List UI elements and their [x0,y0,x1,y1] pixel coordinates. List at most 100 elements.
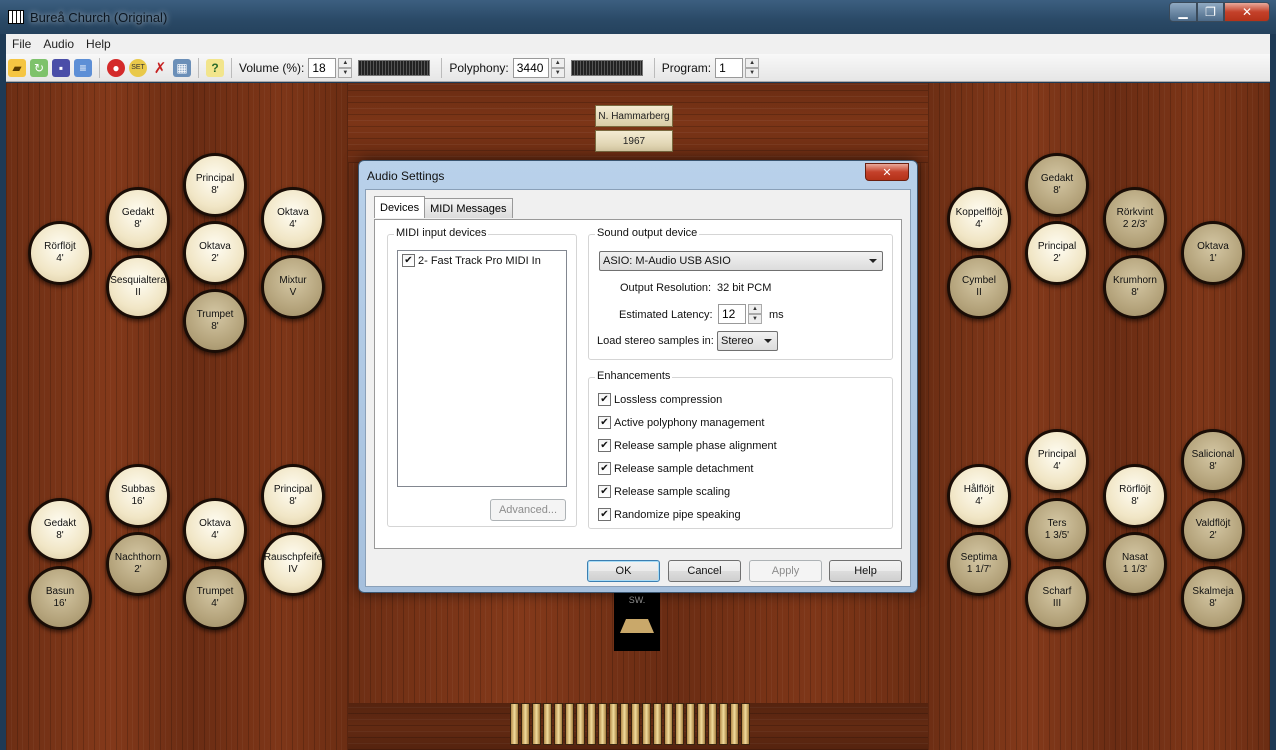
settings-icon[interactable]: SET [129,58,147,77]
release-detachment-checkbox[interactable]: ✔ [598,462,611,475]
piston[interactable] [708,703,717,745]
list-item[interactable]: ✔ 2- Fast Track Pro MIDI In [402,254,566,267]
stop-gedakt-8-pedal[interactable]: Gedakt 8' [28,498,92,562]
stop-basun-16[interactable]: Basun 16' [28,566,92,630]
ok-button[interactable]: OK [587,560,660,582]
piston[interactable] [653,703,662,745]
piston[interactable] [609,703,618,745]
volume-spinner[interactable]: ▲▼ [308,57,353,78]
midi-device-list[interactable]: ✔ 2- Fast Track Pro MIDI In [397,250,567,487]
stop-gedakt-8-sw[interactable]: Gedakt 8' [1025,153,1089,217]
spin-up-icon[interactable]: ▲ [745,57,760,68]
stop-principal-8-pedal[interactable]: Principal 8' [261,464,325,528]
piston[interactable] [554,703,563,745]
stop-sesquialtera[interactable]: Sesquialtera II [106,255,170,319]
record-icon[interactable]: ● [107,58,125,77]
spin-down-icon[interactable]: ▼ [338,67,353,78]
menu-file[interactable]: File [6,37,37,51]
stop-nasat[interactable]: Nasat 1 1/3' [1103,532,1167,596]
properties-icon[interactable]: ≡ [74,58,92,77]
stop-oktava-4-pedal[interactable]: Oktava 4' [183,498,247,562]
piston[interactable] [521,703,530,745]
piston[interactable] [620,703,629,745]
stop-rauschpfeife[interactable]: Rauschpfeife IV [261,532,325,596]
piston[interactable] [510,703,519,745]
release-detachment-option[interactable]: ✔ Release sample detachment [598,462,753,475]
piston[interactable] [576,703,585,745]
piston[interactable] [631,703,640,745]
audio-settings-icon[interactable]: ▦ [173,58,191,77]
open-icon[interactable]: ▰ [8,58,26,77]
stop-oktava-4[interactable]: Oktava 4' [261,187,325,251]
stop-principal-8[interactable]: Principal 8' [183,153,247,217]
piston[interactable] [598,703,607,745]
stop-krumhorn[interactable]: Krumhorn 8' [1103,255,1167,319]
stop-rorflojt-8[interactable]: Rörflöjt 8' [1103,464,1167,528]
stop-subbas-16[interactable]: Subbas 16' [106,464,170,528]
program-input[interactable] [715,57,744,78]
stop-trumpet-8[interactable]: Trumpet 8' [183,289,247,353]
lossless-compression-checkbox[interactable]: ✔ [598,393,611,406]
piston[interactable] [741,703,750,745]
advanced-button[interactable]: Advanced... [490,499,566,521]
swell-pedal-box[interactable]: SW. [614,593,660,651]
save-icon[interactable]: ▪ [52,58,70,77]
help-button[interactable]: Help [829,560,902,582]
stop-principal-4-sw[interactable]: Principal 4' [1025,429,1089,493]
apply-button[interactable]: Apply [749,560,822,582]
spin-up-icon[interactable]: ▲ [338,57,353,68]
spin-down-icon[interactable]: ▼ [745,67,760,78]
piston[interactable] [719,703,728,745]
maximize-button[interactable]: ❐ [1197,2,1224,22]
reload-icon[interactable]: ↻ [30,58,48,77]
latency-spinner[interactable]: ▲▼ [718,304,762,324]
polyphony-input[interactable] [512,57,549,78]
stop-skalmeja[interactable]: Skalmeja 8' [1181,566,1245,630]
stop-ters[interactable]: Ters 1 3/5' [1025,498,1089,562]
stop-mixtur[interactable]: Mixtur V [261,255,325,319]
stop-gedakt-8[interactable]: Gedakt 8' [106,187,170,251]
stop-rorkvint[interactable]: Rörkvint 2 2/3' [1103,187,1167,251]
stop-rorflojt-4[interactable]: Rörflöjt 4' [28,221,92,285]
release-scaling-checkbox[interactable]: ✔ [598,485,611,498]
tab-midi-messages[interactable]: MIDI Messages [424,198,513,218]
minimize-button[interactable]: ▁ [1169,2,1197,22]
dialog-close-button[interactable]: ✕ [865,163,909,181]
stop-nachthorn[interactable]: Nachthorn 2' [106,532,170,596]
spin-up-icon[interactable]: ▲ [748,304,762,314]
phase-alignment-option[interactable]: ✔ Release sample phase alignment [598,439,777,452]
midi-device-checkbox[interactable]: ✔ [402,254,415,267]
stop-septima[interactable]: Septima 1 1/7' [947,532,1011,596]
help-icon[interactable]: ? [206,58,224,77]
stop-halflojt[interactable]: Hålflöjt 4' [947,464,1011,528]
stop-scharf[interactable]: Scharf III [1025,566,1089,630]
piston[interactable] [730,703,739,745]
stop-salicional[interactable]: Salicional 8' [1181,429,1245,493]
sound-device-select[interactable]: ASIO: M-Audio USB ASIO [599,251,883,271]
active-polyphony-checkbox[interactable]: ✔ [598,416,611,429]
stop-trumpet-4[interactable]: Trumpet 4' [183,566,247,630]
program-spinner[interactable]: ▲▼ [715,57,760,78]
stop-principal-2[interactable]: Principal 2' [1025,221,1089,285]
tab-devices[interactable]: Devices [374,196,426,218]
phase-alignment-checkbox[interactable]: ✔ [598,439,611,452]
piston[interactable] [543,703,552,745]
stop-koppelflojt-4[interactable]: Koppelflöjt 4' [947,187,1011,251]
stop-oktava-2[interactable]: Oktava 2' [183,221,247,285]
stop-valdflojt[interactable]: Valdflöjt 2' [1181,498,1245,562]
piston[interactable] [686,703,695,745]
stop-cymbel[interactable]: Cymbel II [947,255,1011,319]
stop-oktava-1[interactable]: Oktava 1' [1181,221,1245,285]
piston[interactable] [675,703,684,745]
panic-icon[interactable]: ✗ [151,59,169,77]
cancel-button[interactable]: Cancel [668,560,741,582]
menu-help[interactable]: Help [80,37,117,51]
randomize-pipe-option[interactable]: ✔ Randomize pipe speaking [598,508,741,521]
spin-down-icon[interactable]: ▼ [748,314,762,324]
close-button[interactable]: ✕ [1224,2,1270,22]
volume-input[interactable] [308,57,337,78]
lossless-compression-option[interactable]: ✔ Lossless compression [598,393,722,406]
polyphony-spinner[interactable]: ▲▼ [512,57,565,78]
piston[interactable] [565,703,574,745]
piston[interactable] [587,703,596,745]
